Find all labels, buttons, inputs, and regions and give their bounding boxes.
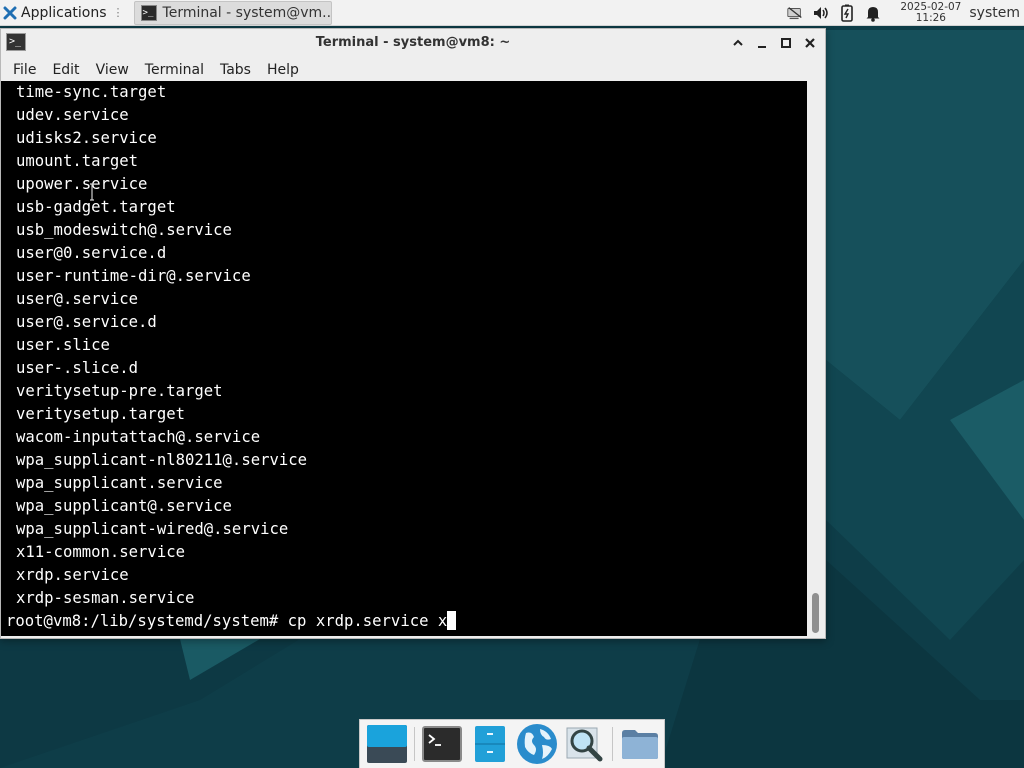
show-desktop-button[interactable] [363, 721, 411, 767]
chevron-up-icon [733, 39, 743, 46]
shade-button[interactable] [729, 34, 747, 52]
terminal-icon [421, 726, 462, 762]
close-button[interactable] [801, 34, 819, 52]
home-folder-launcher[interactable] [616, 721, 664, 767]
web-browser-icon [517, 724, 558, 764]
menu-tabs[interactable]: Tabs [212, 57, 259, 83]
search-icon [566, 727, 603, 762]
xfce-logo-icon [3, 6, 17, 19]
terminal-window: >_ Terminal - system@vm8: ~ File Edit Vi… [0, 28, 826, 639]
terminal-line: umount.target [16, 152, 139, 170]
menu-view[interactable]: View [88, 57, 137, 83]
terminal-line: x11-common.service [16, 543, 185, 561]
web-browser-launcher[interactable] [513, 721, 561, 767]
file-cabinet-icon [474, 726, 505, 762]
clock-time: 11:26 [915, 11, 946, 24]
clock-date: 2025-02-07 [900, 0, 962, 13]
terminal-line: user@.service [16, 290, 139, 308]
text-cursor [447, 611, 457, 630]
terminal-line: wpa_supplicant.service [16, 474, 223, 492]
panel-separator-icon: ⋮ [112, 6, 124, 19]
bottom-dock [359, 719, 665, 768]
top-panel: Applications ⋮ >_ Terminal - system@vm..… [0, 0, 1024, 26]
applications-label: Applications [21, 4, 107, 21]
window-title: Terminal - system@vm8: ~ [315, 35, 511, 50]
menu-help[interactable]: Help [259, 57, 307, 83]
terminal-scrollbar[interactable] [807, 81, 825, 636]
dock-separator [413, 727, 415, 761]
mouse-ibeam-cursor-icon [90, 183, 94, 201]
minimize-icon [758, 46, 766, 48]
taskbar-terminal-button[interactable]: >_ Terminal - system@vm... [133, 0, 332, 25]
close-icon [805, 38, 815, 48]
notification-bell-icon[interactable] [864, 4, 882, 22]
terminal-prompt-line[interactable]: root@vm8:/lib/systemd/system# cp xrdp.se… [1, 610, 807, 633]
network-icon[interactable] [786, 4, 804, 22]
terminal-line: user.slice [16, 336, 110, 354]
panel-clock[interactable]: 2025-02-07 11:26 [900, 0, 962, 24]
terminal-line: xrdp.service [16, 566, 129, 584]
terminal-icon: >_ [140, 4, 157, 21]
window-controls [729, 34, 819, 52]
terminal-launcher[interactable] [418, 721, 466, 767]
terminal-line: user@0.service.d [16, 244, 167, 262]
battery-icon[interactable] [838, 4, 856, 22]
terminal-line: wacom-inputattach@.service [16, 428, 261, 446]
show-desktop-icon [366, 725, 407, 763]
terminal-line: wpa_supplicant@.service [16, 497, 232, 515]
menu-file[interactable]: File [5, 57, 44, 83]
window-titlebar[interactable]: >_ Terminal - system@vm8: ~ [1, 29, 825, 57]
applications-menu-button[interactable]: Applications ⋮ [0, 0, 128, 26]
search-launcher[interactable] [561, 721, 609, 767]
terminal-output[interactable]: time-sync.target udev.service udisks2.se… [1, 81, 807, 636]
terminal-line: upower.service [16, 175, 148, 193]
terminal-line: veritysetup.target [16, 405, 185, 423]
terminal-line: user-runtime-dir@.service [16, 267, 251, 285]
folder-icon [622, 730, 659, 759]
scrollbar-thumb[interactable] [812, 593, 819, 633]
terminal-line: usb_modeswitch@.service [16, 221, 232, 239]
taskbar-terminal-label: Terminal - system@vm... [162, 4, 332, 21]
menu-edit[interactable]: Edit [44, 57, 87, 83]
minimize-button[interactable] [753, 34, 771, 52]
maximize-button[interactable] [777, 34, 795, 52]
terminal-line: veritysetup-pre.target [16, 382, 223, 400]
terminal-line: wpa_supplicant-wired@.service [16, 520, 289, 538]
terminal-line: udev.service [16, 106, 129, 124]
terminal-line: wpa_supplicant-nl80211@.service [16, 451, 308, 469]
terminal-line: user@.service.d [16, 313, 157, 331]
file-manager-launcher[interactable] [466, 721, 514, 767]
typed-command: cp xrdp.service x [287, 612, 448, 630]
maximize-icon [781, 38, 791, 48]
terminal-line: time-sync.target [16, 83, 167, 101]
menu-terminal[interactable]: Terminal [137, 57, 212, 83]
terminal-line: xrdp-sesman.service [16, 589, 195, 607]
user-menu-label[interactable]: system [969, 5, 1020, 21]
terminal-menubar: File Edit View Terminal Tabs Help [1, 57, 825, 83]
shell-prompt: root@vm8:/lib/systemd/system# [6, 612, 288, 630]
terminal-line: udisks2.service [16, 129, 157, 147]
dock-separator [612, 727, 614, 761]
terminal-line: usb-gadget.target [16, 198, 176, 216]
terminal-line: user-.slice.d [16, 359, 139, 377]
system-tray [786, 4, 882, 22]
volume-icon[interactable] [812, 4, 830, 22]
